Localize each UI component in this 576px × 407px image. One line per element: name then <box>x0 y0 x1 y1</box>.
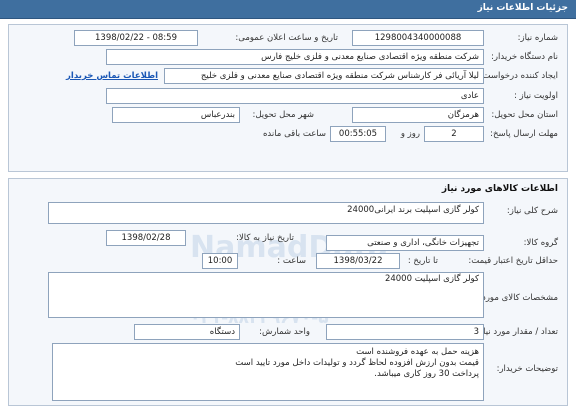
general-desc-field: کولر گازی اسپلیت برند ایرانی24000 <box>48 202 484 224</box>
buyer-org-label: نام دستگاه خریدار: <box>491 52 558 62</box>
announce-datetime-label: تاریخ و ساعت اعلان عمومی: <box>235 33 338 43</box>
city-label: شهر محل تحویل: <box>252 110 314 120</box>
general-desc-label: شرح کلی نیاز: <box>506 206 558 216</box>
validity-time-label: ساعت : <box>277 256 306 266</box>
unit-label: واحد شمارش: <box>259 327 310 337</box>
deadline-days-field: 2 <box>424 126 484 142</box>
buyer-contact-link[interactable]: اطلاعات تماس خریدار <box>66 71 158 81</box>
priority-label: اولویت نیاز : <box>513 91 558 101</box>
need-date-label: تاریخ نیاز به کالا: <box>236 233 294 243</box>
need-number-label: شماره نیاز: <box>517 33 558 43</box>
creator-field: لیلا آریائی فر کارشناس شرکت منطقه ویژه ا… <box>164 68 484 84</box>
province-label: استان محل تحویل: <box>491 110 558 120</box>
item-spec-field: کولر گازی اسپلیت 24000 <box>48 272 484 318</box>
need-number-field: 1298004340000088 <box>352 30 484 46</box>
goods-section-title: اطلاعات کالاهای مورد نیاز <box>441 184 558 194</box>
buyer-note-line: قیمت بدون ارزش افزوده لحاظ گردد و تولیدا… <box>235 358 479 368</box>
deadline-time-field: 00:55:05 <box>330 126 386 142</box>
validity-time-field: 10:00 <box>202 253 238 269</box>
province-field: هرمزگان <box>352 107 484 123</box>
page-title-bar: جزئیات اطلاعات نیاز <box>0 0 576 19</box>
city-field: بندرعباس <box>112 107 240 123</box>
deadline-label: مهلت ارسال پاسخ: <box>490 129 558 139</box>
goods-group-field: تجهیزات خانگی، اداری و صنعتی <box>326 235 484 251</box>
buyer-org-field: شرکت منطقه ویژه اقتصادی صنایع معدنی و فل… <box>106 49 484 65</box>
qty-field: 3 <box>326 324 484 340</box>
buyer-note-line: هزینه حمل به عهده فروشنده است <box>356 347 479 357</box>
priority-field: عادی <box>106 88 484 104</box>
creator-label: ایجاد کننده درخواست: <box>479 71 558 81</box>
remaining-word: ساعت باقی مانده <box>262 129 326 139</box>
unit-field: دستگاه <box>134 324 240 340</box>
buyer-note-line: پرداخت 30 روز کاری میباشد. <box>374 369 479 379</box>
until-date-field: 1398/03/22 <box>316 253 400 269</box>
days-word: روز و <box>400 129 420 139</box>
until-date-label: تا تاریخ : <box>407 256 438 266</box>
buyer-notes-label: توضیحات خریدار: <box>496 364 558 374</box>
need-date-field: 1398/02/28 <box>106 230 186 246</box>
buyer-notes-field: هزینه حمل به عهده فروشنده است قیمت بدون … <box>52 343 484 401</box>
page-title: جزئیات اطلاعات نیاز <box>477 3 568 13</box>
qty-label: تعداد / مقدار مورد نیاز: <box>476 327 558 337</box>
goods-group-label: گروه کالا: <box>523 238 558 248</box>
min-validity-label: حداقل تاریخ اعتبار قیمت: <box>468 256 558 266</box>
announce-datetime-field: 1398/02/22 - 08:59 <box>74 30 198 46</box>
